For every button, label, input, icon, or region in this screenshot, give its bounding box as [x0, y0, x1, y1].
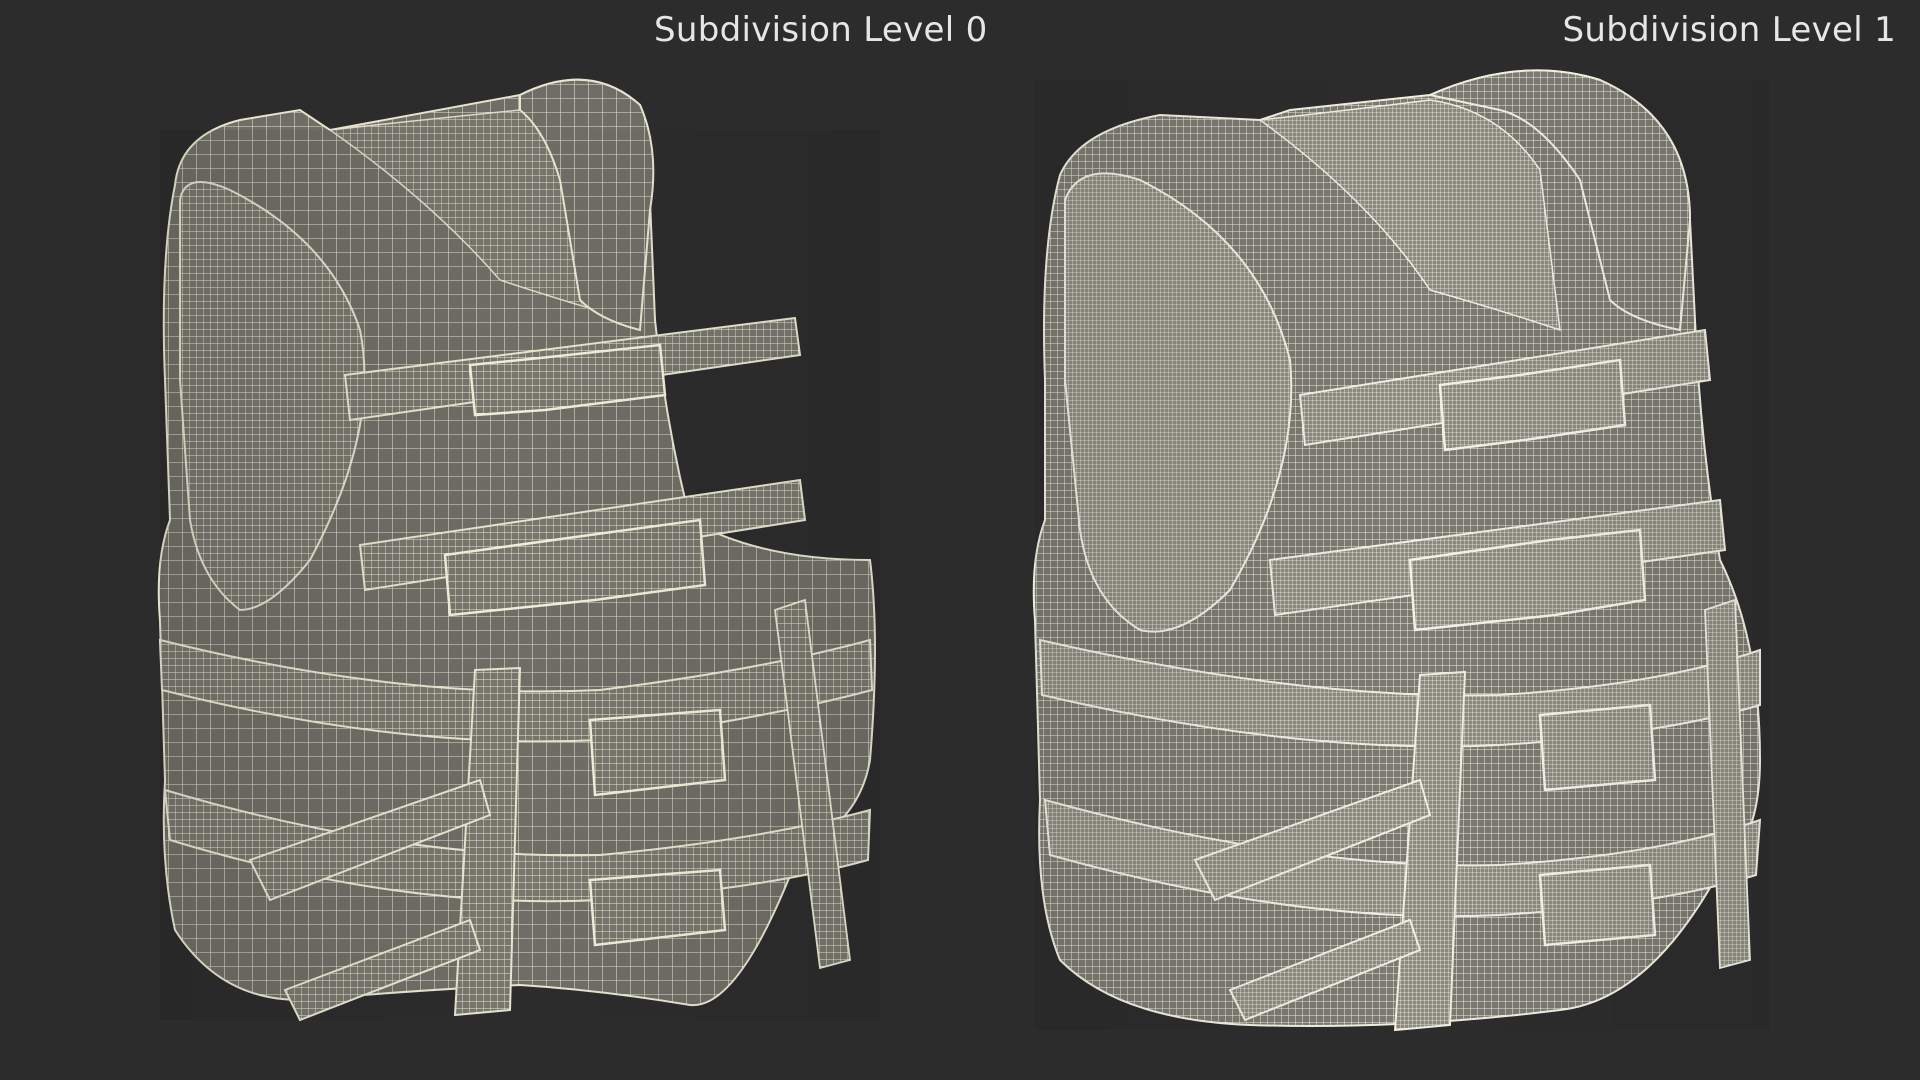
vest-level-1 — [1032, 69, 1770, 1032]
life-vest-renders — [157, 69, 1770, 1032]
render-viewport: Subdivision Level 0 Subdivision Level 1 — [0, 0, 1920, 1080]
vest-level-0 — [157, 78, 880, 1022]
